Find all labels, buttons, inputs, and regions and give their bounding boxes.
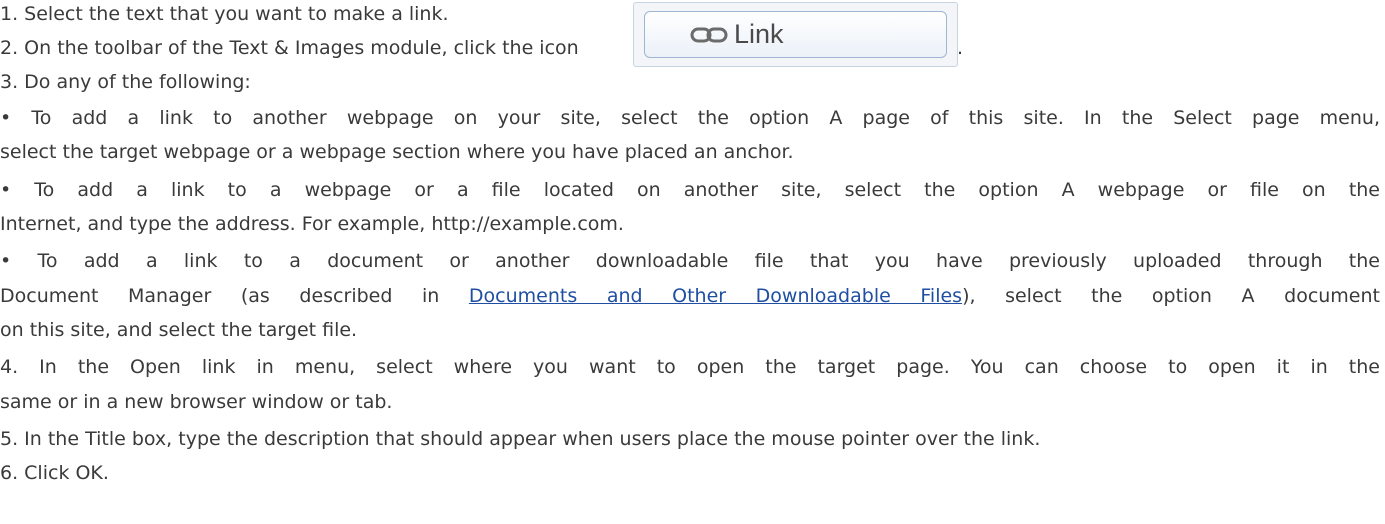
bullet-3-line-2: Document Manager (as described in Docume… [0,283,1380,309]
bullet-3-text-pre: Document Manager (as described in [0,285,469,307]
bullet-1-line-1: • To add a link to another webpage on yo… [0,107,1380,129]
documents-downloadable-files-link[interactable]: Documents and Other Downloadable Files [469,285,962,307]
step-4-line-1: 4. In the Open link in menu, select wher… [0,356,1380,378]
link-toolbar-button[interactable]: Link [633,2,958,67]
bullet-1-line-2: select the target webpage or a webpage s… [0,141,794,163]
step-4-line-2: same or in a new browser window or tab. [0,391,393,413]
step-5: 5. In the Title box, type the descriptio… [0,428,1041,450]
chain-link-icon [690,27,728,42]
instructions-document: 1. Select the text that you want to make… [0,0,1385,524]
step-6: 6. Click OK. [0,462,109,484]
step-1: 1. Select the text that you want to make… [0,3,449,25]
bullet-3-line-3: on this site, and select the target file… [0,319,358,341]
step-3: 3. Do any of the following: [0,71,251,93]
bullet-3-text-post: ), select the option A document [962,285,1380,307]
bullet-2-line-1: • To add a link to a webpage or a file l… [0,179,1380,201]
link-button-face[interactable]: Link [644,11,947,58]
bullet-3-line-1: • To add a link to a document or another… [0,250,1380,272]
bullet-2-line-2: Internet, and type the address. For exam… [0,213,624,235]
step-2-text: 2. On the toolbar of the Text & Images m… [0,37,579,59]
link-button-label: Link [734,19,784,49]
step-2: 2. On the toolbar of the Text & Images m… [0,35,579,61]
